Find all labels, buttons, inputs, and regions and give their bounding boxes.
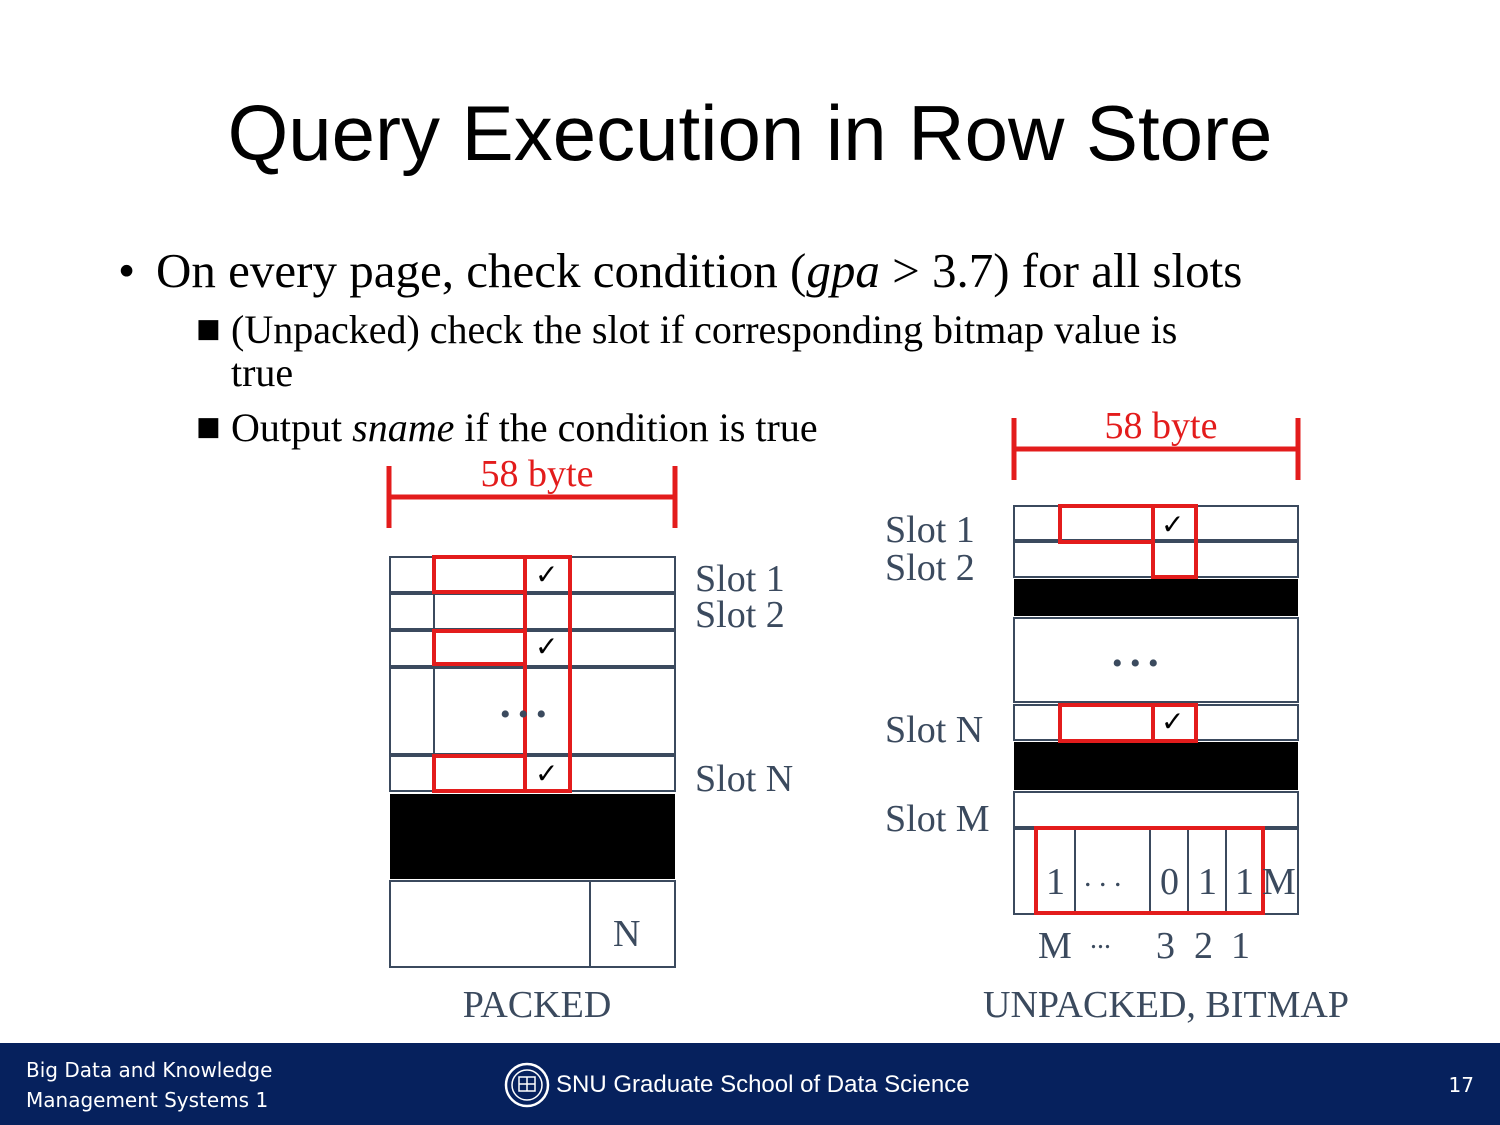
bitmap-value: 0 xyxy=(1160,861,1179,903)
bitmap-index: 1 xyxy=(1231,925,1250,967)
bitmap-value: . . . xyxy=(1084,860,1122,893)
check-icon: ✓ xyxy=(1161,705,1185,738)
bitmap-slot-count: M xyxy=(1262,861,1296,903)
footer-bar: Big Data and Knowledge Management System… xyxy=(0,1043,1500,1125)
check-icon: ✓ xyxy=(1161,508,1185,541)
unpacked-free-space-1 xyxy=(1014,579,1298,616)
bitmap-index: 2 xyxy=(1194,925,1213,967)
snu-logo-icon xyxy=(504,1062,550,1108)
school-name: SNU Graduate School of Data Science xyxy=(556,1071,970,1098)
unpacked-slot-m-label: Slot M xyxy=(885,798,990,840)
course-name: Big Data and Knowledge Management System… xyxy=(26,1058,273,1112)
unpacked-free-space-2 xyxy=(1014,742,1298,790)
bitmap-index: M xyxy=(1038,925,1072,967)
unpacked-slot-2-label: Slot 2 xyxy=(885,547,975,589)
unpacked-ellipsis: • • • xyxy=(1112,647,1159,680)
unpacked-slot-n-label: Slot N xyxy=(885,709,984,751)
page-number: 17 xyxy=(1448,1073,1474,1097)
unpacked-caption: UNPACKED, BITMAP xyxy=(983,984,1349,1026)
unpacked-width-label: 58 byte xyxy=(1104,405,1218,447)
bitmap-index: 3 xyxy=(1156,925,1175,967)
bitmap-index: ... xyxy=(1090,924,1111,955)
unpacked-page-grid xyxy=(1013,505,1299,915)
unpacked-slot-1-label: Slot 1 xyxy=(885,509,975,551)
bitmap-value: 1 xyxy=(1235,861,1254,903)
unpacked-diagram xyxy=(1011,418,1301,915)
bitmap-value: 1 xyxy=(1198,861,1217,903)
bitmap-value: 1 xyxy=(1046,861,1065,903)
